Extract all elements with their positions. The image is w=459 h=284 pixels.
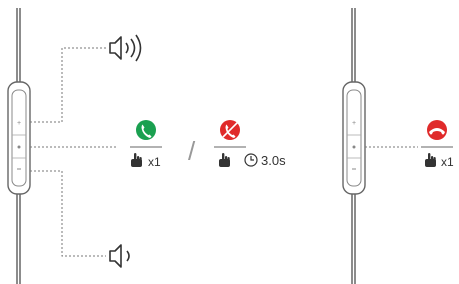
clock-icon xyxy=(244,153,258,167)
right-vol-up-mark: + xyxy=(352,120,356,127)
reject-call-group: 3.0s xyxy=(214,120,286,168)
volume-up-icon xyxy=(109,34,142,62)
right-remote-inner xyxy=(346,89,362,187)
answer-call-group: x1 xyxy=(130,120,162,169)
separator: / xyxy=(188,136,196,166)
hand-press-icon xyxy=(219,153,230,167)
reject-duration: 3.0s xyxy=(261,153,286,168)
earphone-remote-diagram: + x1 / 3.0s + x1 xyxy=(7,8,454,284)
volume-down-icon xyxy=(109,244,130,268)
phone-answer-icon xyxy=(136,120,156,140)
leader-volume-down xyxy=(30,170,106,257)
left-remote-inner xyxy=(11,89,27,187)
left-vol-up-mark: + xyxy=(17,120,21,127)
left-remote: + xyxy=(7,8,31,284)
left-center-button xyxy=(17,145,21,149)
leader-volume-up xyxy=(30,47,106,123)
hand-press-icon xyxy=(425,153,436,167)
hangup-call-group: x1 xyxy=(421,120,454,169)
answer-count: x1 xyxy=(148,155,161,169)
left-leader-lines xyxy=(30,47,118,257)
hand-press-icon xyxy=(131,153,142,167)
right-remote: + xyxy=(342,8,366,284)
right-center-button xyxy=(352,145,356,149)
hangup-count: x1 xyxy=(441,155,454,169)
